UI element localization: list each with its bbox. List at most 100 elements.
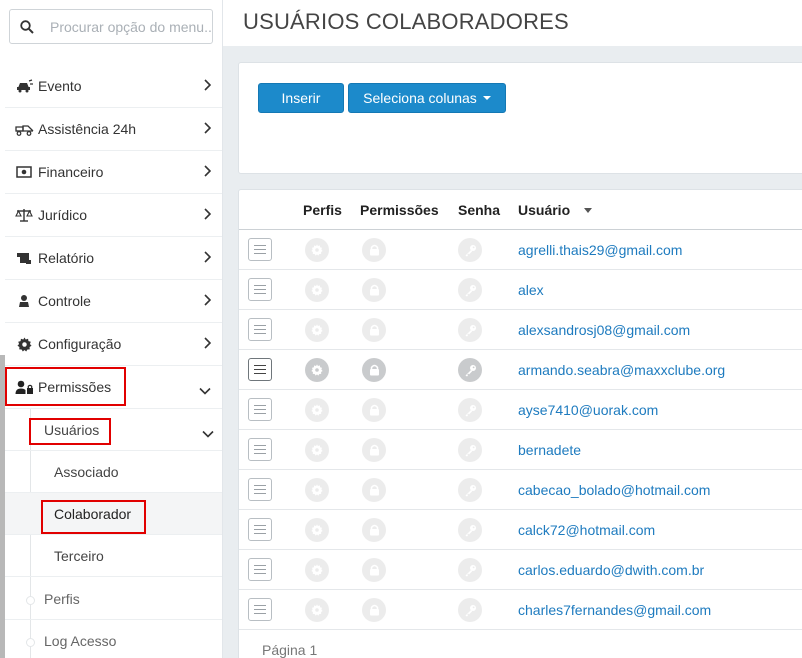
- row-menu-button[interactable]: [248, 558, 272, 581]
- row-menu-button[interactable]: [248, 238, 272, 261]
- pagination-label: Página 1: [262, 642, 318, 658]
- sidebar: Evento Assistência 24h Financeiro Jurídi…: [0, 0, 223, 658]
- permission-lock-icon[interactable]: [362, 518, 386, 542]
- password-key-icon[interactable]: [458, 518, 482, 542]
- password-key-icon[interactable]: [458, 318, 482, 342]
- sidebar-item-label: Relatório: [38, 250, 95, 266]
- gear-icon: [14, 336, 34, 352]
- table-row: alexsandrosj08@gmail.com: [239, 310, 802, 350]
- row-menu-button[interactable]: [248, 278, 272, 301]
- user-email-link[interactable]: alex: [518, 282, 544, 298]
- select-columns-button[interactable]: Seleciona colunas: [348, 83, 506, 113]
- user-email-link[interactable]: bernadete: [518, 442, 581, 458]
- user-email-link[interactable]: carlos.eduardo@dwith.com.br: [518, 562, 704, 578]
- permission-lock-icon[interactable]: [362, 318, 386, 342]
- sidebar-item-financeiro[interactable]: Financeiro: [5, 151, 222, 194]
- chevron-right-icon: [203, 250, 212, 266]
- users-table: Perfis Permissões Senha Usuário agrelli.…: [238, 189, 802, 658]
- permission-lock-icon[interactable]: [362, 358, 386, 382]
- sidebar-item-configuracao[interactable]: Configuração: [5, 323, 222, 366]
- chevron-right-icon: [203, 121, 212, 137]
- profile-gear-icon[interactable]: [305, 398, 329, 422]
- user-email-link[interactable]: alexsandrosj08@gmail.com: [518, 322, 690, 338]
- table-row: bernadete: [239, 430, 802, 470]
- balance-scale-icon: [14, 208, 34, 222]
- row-menu-button[interactable]: [248, 318, 272, 341]
- sidebar-item-assistencia[interactable]: Assistência 24h: [5, 108, 222, 151]
- page-title: USUÁRIOS COLABORADORES: [243, 9, 569, 34]
- row-menu-button[interactable]: [248, 598, 272, 621]
- permission-lock-icon[interactable]: [362, 398, 386, 422]
- user-email-link[interactable]: agrelli.thais29@gmail.com: [518, 242, 682, 258]
- chevron-down-icon: [199, 382, 211, 398]
- profile-gear-icon[interactable]: [305, 478, 329, 502]
- table-row: ayse7410@uorak.com: [239, 390, 802, 430]
- user-email-link[interactable]: cabecao_bolado@hotmail.com: [518, 482, 710, 498]
- insert-button[interactable]: Inserir: [258, 83, 344, 113]
- chevron-right-icon: [203, 78, 212, 94]
- sidebar-item-perfis[interactable]: Perfis: [5, 578, 222, 620]
- password-key-icon[interactable]: [458, 438, 482, 462]
- search-icon[interactable]: [10, 10, 44, 43]
- profile-gear-icon[interactable]: [305, 558, 329, 582]
- permission-lock-icon[interactable]: [362, 238, 386, 262]
- profile-gear-icon[interactable]: [305, 518, 329, 542]
- permission-lock-icon[interactable]: [362, 278, 386, 302]
- sidebar-item-label: Perfis: [44, 590, 80, 607]
- profile-gear-icon[interactable]: [305, 278, 329, 302]
- permission-lock-icon[interactable]: [362, 558, 386, 582]
- password-key-icon[interactable]: [458, 358, 482, 382]
- password-key-icon[interactable]: [458, 558, 482, 582]
- money-icon: [14, 166, 34, 178]
- profile-gear-icon[interactable]: [305, 318, 329, 342]
- permission-lock-icon[interactable]: [362, 478, 386, 502]
- user-email-link[interactable]: calck72@hotmail.com: [518, 522, 655, 538]
- sidebar-item-label: Jurídico: [38, 207, 88, 223]
- sidebar-item-label: Financeiro: [38, 164, 104, 180]
- password-key-icon[interactable]: [458, 478, 482, 502]
- insert-button-label: Inserir: [281, 90, 321, 106]
- row-menu-button[interactable]: [248, 358, 272, 381]
- permission-lock-icon[interactable]: [362, 438, 386, 462]
- tow-truck-icon: [14, 122, 34, 136]
- row-menu-button[interactable]: [248, 438, 272, 461]
- row-menu-button[interactable]: [248, 478, 272, 501]
- column-header-usuario[interactable]: Usuário: [518, 202, 570, 218]
- chevron-right-icon: [203, 164, 212, 180]
- menu-search-input[interactable]: [50, 10, 212, 43]
- sidebar-item-log-acesso[interactable]: Log Acesso: [5, 620, 222, 658]
- table-row: calck72@hotmail.com: [239, 510, 802, 550]
- column-header-senha[interactable]: Senha: [458, 202, 500, 218]
- select-columns-label: Seleciona colunas: [363, 90, 477, 106]
- sidebar-item-label: Assistência 24h: [38, 121, 137, 137]
- sidebar-item-associado[interactable]: Associado: [5, 451, 222, 493]
- column-header-permissoes[interactable]: Permissões: [360, 202, 439, 218]
- column-header-perfis[interactable]: Perfis: [303, 202, 342, 218]
- chevron-down-icon: [202, 425, 214, 441]
- user-email-link[interactable]: ayse7410@uorak.com: [518, 402, 658, 418]
- sidebar-item-evento[interactable]: Evento: [5, 65, 222, 108]
- sidebar-item-juridico[interactable]: Jurídico: [5, 194, 222, 237]
- permission-lock-icon[interactable]: [362, 598, 386, 622]
- profile-gear-icon[interactable]: [305, 598, 329, 622]
- row-menu-button[interactable]: [248, 518, 272, 541]
- user-email-link[interactable]: charles7fernandes@gmail.com: [518, 602, 711, 618]
- tree-node-dot: [26, 596, 35, 605]
- user-email-link[interactable]: armando.seabra@maxxclube.org: [518, 362, 725, 378]
- profile-gear-icon[interactable]: [305, 238, 329, 262]
- scroll-icon: [14, 251, 34, 265]
- row-menu-button[interactable]: [248, 398, 272, 421]
- profile-gear-icon[interactable]: [305, 358, 329, 382]
- password-key-icon[interactable]: [458, 238, 482, 262]
- sidebar-item-relatorio[interactable]: Relatório: [5, 237, 222, 280]
- password-key-icon[interactable]: [458, 278, 482, 302]
- table-row: armando.seabra@maxxclube.org: [239, 350, 802, 390]
- sort-desc-icon[interactable]: [584, 208, 592, 213]
- caret-down-icon: [482, 96, 491, 100]
- sidebar-item-controle[interactable]: Controle: [5, 280, 222, 323]
- password-key-icon[interactable]: [458, 398, 482, 422]
- tree-node-dot: [26, 638, 35, 647]
- sidebar-item-terceiro[interactable]: Terceiro: [5, 535, 222, 577]
- password-key-icon[interactable]: [458, 598, 482, 622]
- profile-gear-icon[interactable]: [305, 438, 329, 462]
